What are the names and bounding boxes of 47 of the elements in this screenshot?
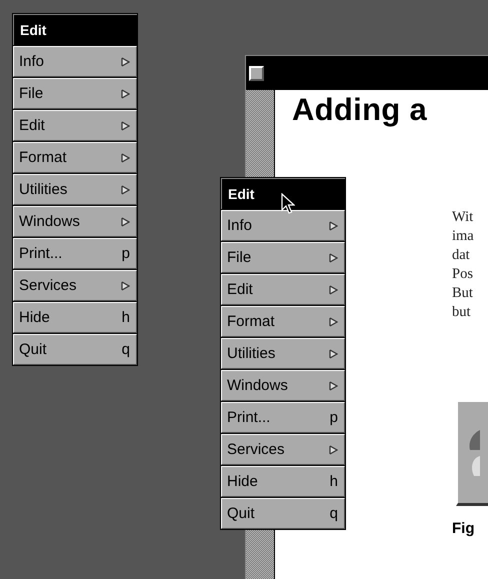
menu-title: Edit bbox=[221, 178, 345, 209]
body-text-line: Wit bbox=[452, 208, 474, 227]
submenu-arrow-icon bbox=[121, 120, 130, 130]
menu-title: Edit bbox=[13, 14, 137, 45]
menu-item[interactable]: Print... p bbox=[221, 402, 345, 433]
menu-item[interactable]: File bbox=[13, 78, 137, 109]
menu-item[interactable]: Quit q bbox=[221, 498, 345, 529]
menu-item[interactable]: Services bbox=[13, 270, 137, 301]
menu-item[interactable]: Windows bbox=[221, 370, 345, 401]
body-text-line: but bbox=[452, 303, 472, 322]
miniaturize-button[interactable] bbox=[249, 66, 264, 80]
submenu-arrow-icon bbox=[329, 284, 338, 294]
menu-item[interactable]: File bbox=[221, 242, 345, 273]
menu-item[interactable]: Info bbox=[221, 210, 345, 241]
menu-item[interactable]: Format bbox=[221, 306, 345, 337]
menu-item[interactable]: Hide h bbox=[13, 302, 137, 333]
menu-item[interactable]: Windows bbox=[13, 206, 137, 237]
menu-item[interactable]: Quit q bbox=[13, 334, 137, 365]
submenu-arrow-icon bbox=[121, 88, 130, 98]
image-button[interactable] bbox=[456, 400, 488, 506]
menu-item[interactable]: Services bbox=[221, 434, 345, 465]
submenu-arrow-icon bbox=[329, 380, 338, 390]
figure-caption: Fig bbox=[452, 520, 476, 537]
menu-item[interactable]: Utilities bbox=[13, 174, 137, 205]
submenu-arrow-icon bbox=[329, 316, 338, 326]
submenu-arrow-icon bbox=[121, 56, 130, 66]
submenu-arrow-icon bbox=[121, 216, 130, 226]
submenu-arrow-icon bbox=[121, 152, 130, 162]
body-text-line: Pos bbox=[452, 265, 474, 284]
menu-item[interactable]: Utilities bbox=[221, 338, 345, 369]
body-text-line: dat bbox=[452, 246, 471, 265]
body-text-line: ima bbox=[452, 227, 475, 246]
menu-item[interactable]: Print... p bbox=[13, 238, 137, 269]
submenu-arrow-icon bbox=[329, 220, 338, 230]
submenu-arrow-icon bbox=[121, 184, 130, 194]
menu-item[interactable]: Edit bbox=[13, 110, 137, 141]
submenu-arrow-icon bbox=[121, 280, 130, 290]
document-heading: Adding a bbox=[291, 91, 428, 128]
body-text-line: But bbox=[452, 284, 474, 303]
menu-item[interactable]: Format bbox=[13, 142, 137, 173]
menu-item[interactable]: Edit bbox=[221, 274, 345, 305]
submenu-arrow-icon bbox=[329, 444, 338, 454]
submenu-arrow-icon bbox=[329, 348, 338, 358]
menu-item[interactable]: Hide h bbox=[221, 466, 345, 497]
menu-item[interactable]: Info bbox=[13, 46, 137, 77]
submenu-arrow-icon bbox=[329, 252, 338, 262]
mouse-pointer-icon bbox=[281, 193, 295, 215]
